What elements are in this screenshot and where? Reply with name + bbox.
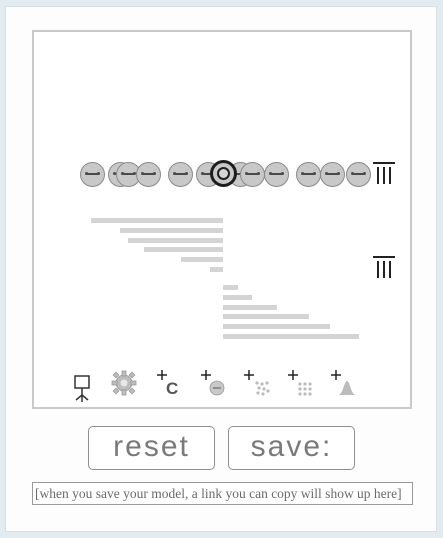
- histogram-bar: [120, 227, 223, 233]
- face-item[interactable]: [296, 162, 321, 187]
- save-link-field[interactable]: [when you save your model, a link you ca…: [32, 482, 413, 505]
- svg-text:C: C: [166, 379, 178, 397]
- face-item[interactable]: [168, 162, 193, 187]
- add-dots-grid-icon[interactable]: [287, 369, 315, 397]
- trash-icon[interactable]: [373, 162, 395, 184]
- face-item[interactable]: [80, 162, 105, 187]
- histogram-bar: [181, 257, 223, 263]
- gear-icon[interactable]: [110, 369, 138, 397]
- face-item[interactable]: [346, 162, 371, 187]
- trash-icon[interactable]: [373, 256, 395, 278]
- histogram-bar: [223, 324, 330, 330]
- add-face-icon[interactable]: [200, 369, 228, 397]
- face-item[interactable]: [264, 162, 289, 187]
- histogram-bar: [223, 285, 238, 290]
- face-item[interactable]: [240, 162, 265, 187]
- model-canvas[interactable]: C: [32, 30, 412, 409]
- histogram-bar: [128, 237, 223, 243]
- reset-button[interactable]: reset: [88, 426, 215, 470]
- histogram-bar: [223, 314, 309, 320]
- plant-icon[interactable]: [68, 375, 96, 403]
- add-distribution-icon[interactable]: [330, 369, 358, 397]
- save-button[interactable]: save:: [228, 426, 355, 470]
- face-item[interactable]: [320, 162, 345, 187]
- selected-face-item[interactable]: [210, 160, 237, 187]
- add-c-icon[interactable]: C: [155, 369, 183, 397]
- histogram-bar: [223, 304, 277, 310]
- face-item[interactable]: [136, 162, 161, 187]
- histogram-bar: [144, 247, 223, 253]
- histogram-bar: [210, 267, 223, 272]
- histogram-bar: [91, 218, 223, 223]
- histogram-bar: [223, 294, 252, 300]
- histogram-bar: [223, 334, 359, 339]
- add-dots-scatter-icon[interactable]: [243, 369, 271, 397]
